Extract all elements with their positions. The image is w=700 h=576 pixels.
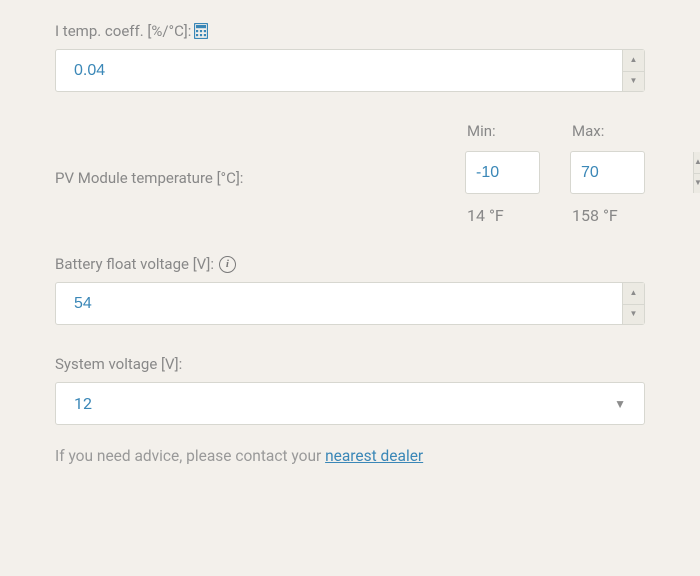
i-temp-coeff-input[interactable] [56, 50, 622, 91]
pv-temp-max-spinner: ▲ ▼ [570, 151, 645, 194]
float-voltage-up-button[interactable]: ▲ [623, 283, 644, 304]
pv-temp-label: PV Module temperature [°C]: [55, 169, 435, 187]
pv-temp-max-header: Max: [570, 122, 645, 140]
field-system-voltage: System voltage [V]: 12 ▼ [55, 355, 645, 425]
chevron-down-icon: ▼ [614, 397, 626, 411]
float-voltage-input[interactable] [56, 283, 622, 324]
info-icon[interactable]: i [219, 256, 236, 273]
pv-temp-max-col: Max: ▲ ▼ 158 °F [570, 122, 645, 225]
pv-temp-max-input[interactable] [571, 152, 700, 193]
float-voltage-spinner: ▲ ▼ [55, 282, 645, 325]
i-temp-coeff-label: I temp. coeff. [%/°C]: [55, 22, 191, 40]
form-panel: I temp. coeff. [%/°C]: ▲ ▼ [0, 0, 700, 487]
i-temp-coeff-up-button[interactable]: ▲ [623, 50, 644, 71]
float-voltage-down-button[interactable]: ▼ [623, 304, 644, 325]
field-float-voltage: Battery float voltage [V]: i ▲ ▼ [55, 255, 645, 325]
system-voltage-label: System voltage [V]: [55, 355, 182, 373]
pv-temp-max-f: 158 °F [570, 206, 645, 225]
float-voltage-label-row: Battery float voltage [V]: i [55, 255, 645, 273]
nearest-dealer-link[interactable]: nearest dealer [325, 447, 423, 465]
i-temp-coeff-spin-buttons: ▲ ▼ [622, 50, 644, 91]
field-pv-temp: PV Module temperature [°C]: Min: ▲ ▼ 14 … [55, 122, 645, 225]
pv-temp-min-col: Min: ▲ ▼ 14 °F [465, 122, 540, 225]
pv-temp-min-spinner: ▲ ▼ [465, 151, 540, 194]
advice-prefix: If you need advice, please contact your [55, 447, 325, 465]
i-temp-coeff-down-button[interactable]: ▼ [623, 71, 644, 92]
float-voltage-label: Battery float voltage [V]: [55, 255, 214, 273]
system-voltage-label-row: System voltage [V]: [55, 355, 645, 373]
system-voltage-select[interactable]: 12 ▼ [55, 382, 645, 425]
system-voltage-value: 12 [74, 394, 92, 413]
i-temp-coeff-label-row: I temp. coeff. [%/°C]: [55, 22, 645, 40]
calculator-icon[interactable] [194, 23, 208, 39]
advice-text: If you need advice, please contact your … [55, 447, 645, 465]
float-voltage-spin-buttons: ▲ ▼ [622, 283, 644, 324]
pv-temp-min-f: 14 °F [465, 206, 540, 225]
field-i-temp-coeff: I temp. coeff. [%/°C]: ▲ ▼ [55, 22, 645, 92]
i-temp-coeff-spinner: ▲ ▼ [55, 49, 645, 92]
pv-temp-min-header: Min: [465, 122, 540, 140]
